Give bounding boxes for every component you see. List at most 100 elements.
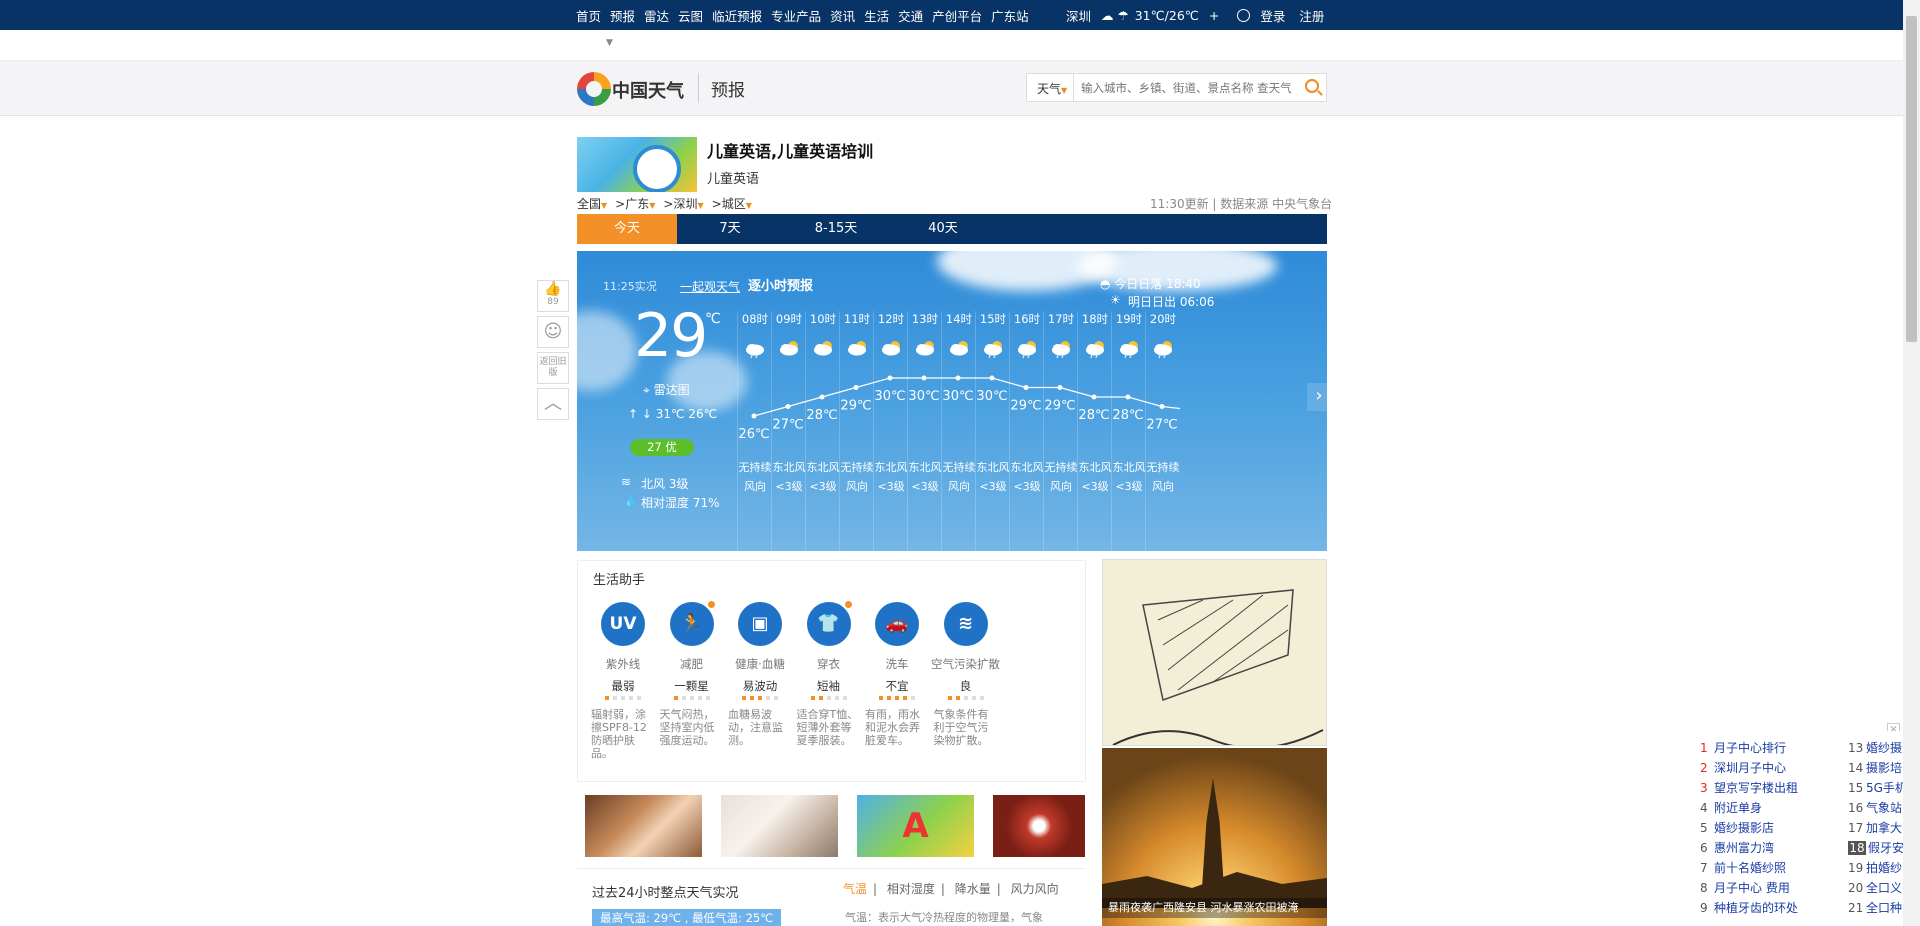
news-image[interactable]: 暴雨夜袭广西隆安县 河水暴涨农田被淹 xyxy=(1102,748,1327,926)
nav-link-5[interactable]: 专业产品 xyxy=(771,6,821,25)
tab-temperature[interactable]: 气温 xyxy=(843,882,867,896)
hot-item[interactable]: 4 附近单身 xyxy=(1700,799,1762,816)
side-buttons: 👍 89 ☺ 返回旧版 ︿ xyxy=(537,280,569,424)
hot-item[interactable]: 17 加拿大 xyxy=(1848,819,1902,836)
nav-link-9[interactable]: 产创平台 xyxy=(932,6,982,25)
hot-item[interactable]: 8 月子中心 费用 xyxy=(1700,879,1790,896)
breadcrumb-label: 全国 xyxy=(577,197,602,211)
tab-7days[interactable]: 7天 xyxy=(677,214,783,244)
life-item[interactable]: UV 紫外线 最弱 辐射弱，涂擦SPF8-12防晒护肤品。 xyxy=(588,602,658,760)
scrollbar[interactable] xyxy=(1903,0,1920,926)
hot-rank: 7 xyxy=(1700,861,1708,875)
search-icon[interactable] xyxy=(1305,79,1319,93)
life-item[interactable]: 🏃 减肥 一颗星 天气闷热，坚持室内低强度运动。 xyxy=(657,600,727,747)
section-title: 预报 xyxy=(711,81,745,101)
tab-40days[interactable]: 40天 xyxy=(889,214,997,244)
tab-today[interactable]: 今天 xyxy=(577,214,677,244)
nav-link-3[interactable]: 云图 xyxy=(678,6,703,25)
nav-link-8[interactable]: 交通 xyxy=(898,6,923,25)
tab-wind[interactable]: 风力风向 xyxy=(1011,882,1059,896)
breadcrumb: 全国▼ >广东▼ >深圳▼ >城区▼ xyxy=(577,195,760,212)
back-to-top-button[interactable]: ︿ xyxy=(537,388,569,420)
ad-thumb-1[interactable] xyxy=(585,795,702,857)
hot-item[interactable]: 5 婚纱摄影店 xyxy=(1700,819,1774,836)
top-nav: 首页 预报 雷达 云图 临近预报 专业产品 资讯 生活 交通 产创平台 广东站 深圳 ☁ ☂ 31℃… xyxy=(0,0,1920,30)
hot-item[interactable]: 15 5G手机 xyxy=(1848,779,1903,796)
hot-text: 拍婚纱 xyxy=(1866,861,1903,875)
hot-rank: 15 xyxy=(1848,781,1864,795)
hot-item[interactable]: 18 假牙安 xyxy=(1848,839,1903,856)
hot-text: 婚纱摄 xyxy=(1866,741,1903,755)
life-level-bars xyxy=(588,696,658,702)
site-header: 中国天气 预报 天气▼ xyxy=(0,60,1920,116)
hot-item[interactable]: 7 前十名婚纱照 xyxy=(1700,859,1786,876)
ad-title[interactable]: 儿童英语,儿童英语培训 xyxy=(707,138,873,162)
tab-8-15days[interactable]: 8-15天 xyxy=(783,214,889,244)
ad-thumb-2[interactable] xyxy=(721,795,838,857)
new-dot xyxy=(843,600,853,609)
hot-rank: 3 xyxy=(1700,781,1708,795)
life-item-desc: 有雨，雨水和泥水会弄脏爱车。 xyxy=(865,708,920,747)
nav-link-6[interactable]: 资讯 xyxy=(830,6,855,25)
next-hours-button[interactable]: › xyxy=(1307,383,1327,411)
breadcrumb-item-0[interactable]: 全国▼ xyxy=(577,195,607,212)
hot-item[interactable]: 6 惠州富力湾 xyxy=(1700,839,1774,856)
like-button[interactable]: 👍 89 xyxy=(537,280,569,312)
logo-text[interactable]: 中国天气 xyxy=(612,77,684,103)
life-item-name: 健康·血糖 xyxy=(735,657,785,671)
nav-link-0[interactable]: 首页 xyxy=(576,6,601,25)
hot-rank: 1 xyxy=(1700,741,1708,755)
nav-link-1[interactable]: 预报 xyxy=(610,6,635,25)
hot-text: 种植牙齿的环处 xyxy=(1714,901,1799,915)
hot-text: 假牙安 xyxy=(1868,841,1903,855)
news-caption[interactable]: 暴雨夜袭广西隆安县 河水暴涨农田被淹 xyxy=(1102,898,1327,918)
scrollbar-thumb[interactable] xyxy=(1906,16,1917,342)
tab-precipitation[interactable]: 降水量 xyxy=(955,882,991,896)
ad-thumb-4[interactable] xyxy=(993,795,1085,857)
nav-link-7[interactable]: 生活 xyxy=(864,6,889,25)
register-link[interactable]: 注册 xyxy=(1299,6,1324,25)
breadcrumb-item-3[interactable]: >城区▼ xyxy=(712,195,752,212)
chevron-down-icon[interactable]: ▼ xyxy=(606,38,613,48)
hot-item[interactable]: 9 种植牙齿的环处 xyxy=(1700,899,1798,916)
search-type-select[interactable]: 天气▼ xyxy=(1037,80,1067,97)
hot-item[interactable]: 2 深圳月子中心 xyxy=(1700,759,1786,776)
past-24h-section: 过去24小时整点天气实况 气温 | 相对湿度 | 降水量 | 风力风向 最高气温: 2… xyxy=(577,868,1086,926)
life-item-name: 减肥 xyxy=(680,657,703,671)
temp-label: 29℃ xyxy=(1044,399,1075,414)
nav-link-10[interactable]: 广东站 xyxy=(991,6,1029,25)
hot-item[interactable]: 3 望京写字楼出租 xyxy=(1700,779,1798,796)
ad-thumb-3[interactable]: A xyxy=(857,795,974,857)
hot-text: 望京写字楼出租 xyxy=(1714,781,1799,795)
add-city-button[interactable]: + xyxy=(1209,8,1219,23)
hot-item[interactable]: 16 气象站 xyxy=(1848,799,1902,816)
feedback-button[interactable]: ☺ xyxy=(537,316,569,348)
breadcrumb-item-1[interactable]: >广东▼ xyxy=(615,195,655,212)
hot-item[interactable]: 21 全口种 xyxy=(1848,899,1902,916)
login-link[interactable]: 登录 xyxy=(1260,6,1285,25)
nav-link-4[interactable]: 临近预报 xyxy=(712,6,762,25)
life-item[interactable]: ▣ 健康·血糖 易波动 血糖易波动，注意监测。 xyxy=(725,602,795,747)
hot-item[interactable]: 1 月子中心排行 xyxy=(1700,739,1786,756)
hot-item[interactable]: 13 婚纱摄 xyxy=(1848,739,1902,756)
life-item[interactable]: 🚗 洗车 不宜 有雨，雨水和泥水会弄脏爱车。 xyxy=(862,602,932,747)
old-version-button[interactable]: 返回旧版 xyxy=(537,352,569,384)
hot-text: 摄影培 xyxy=(1866,761,1903,775)
life-item[interactable]: 👕 穿衣 短袖 适合穿T恤、短薄外套等夏季服装。 xyxy=(794,600,864,747)
hot-item[interactable]: 19 拍婚纱 xyxy=(1848,859,1902,876)
ad-subtitle[interactable]: 儿童英语 xyxy=(707,168,759,187)
hot-item[interactable]: 20 全口义 xyxy=(1848,879,1902,896)
ad-sketch-image[interactable] xyxy=(1102,559,1327,746)
search-input[interactable] xyxy=(1081,78,1299,98)
nav-link-2[interactable]: 雷达 xyxy=(644,6,669,25)
hot-rank: 14 xyxy=(1848,761,1864,775)
logo-icon[interactable] xyxy=(577,72,611,106)
tab-humidity[interactable]: 相对湿度 xyxy=(887,882,935,896)
breadcrumb-item-2[interactable]: >深圳▼ xyxy=(663,195,703,212)
chevron-down-icon: ▼ xyxy=(1061,86,1068,95)
life-item[interactable]: ≋ 空气污染扩散良气象条件有利于空气污染物扩散。 xyxy=(931,602,1001,747)
city-name[interactable]: 深圳 xyxy=(1066,6,1091,25)
hot-item[interactable]: 14 摄影培 xyxy=(1848,759,1902,776)
ad-image[interactable] xyxy=(577,137,697,192)
chevron-down-icon: ▼ xyxy=(745,201,752,210)
